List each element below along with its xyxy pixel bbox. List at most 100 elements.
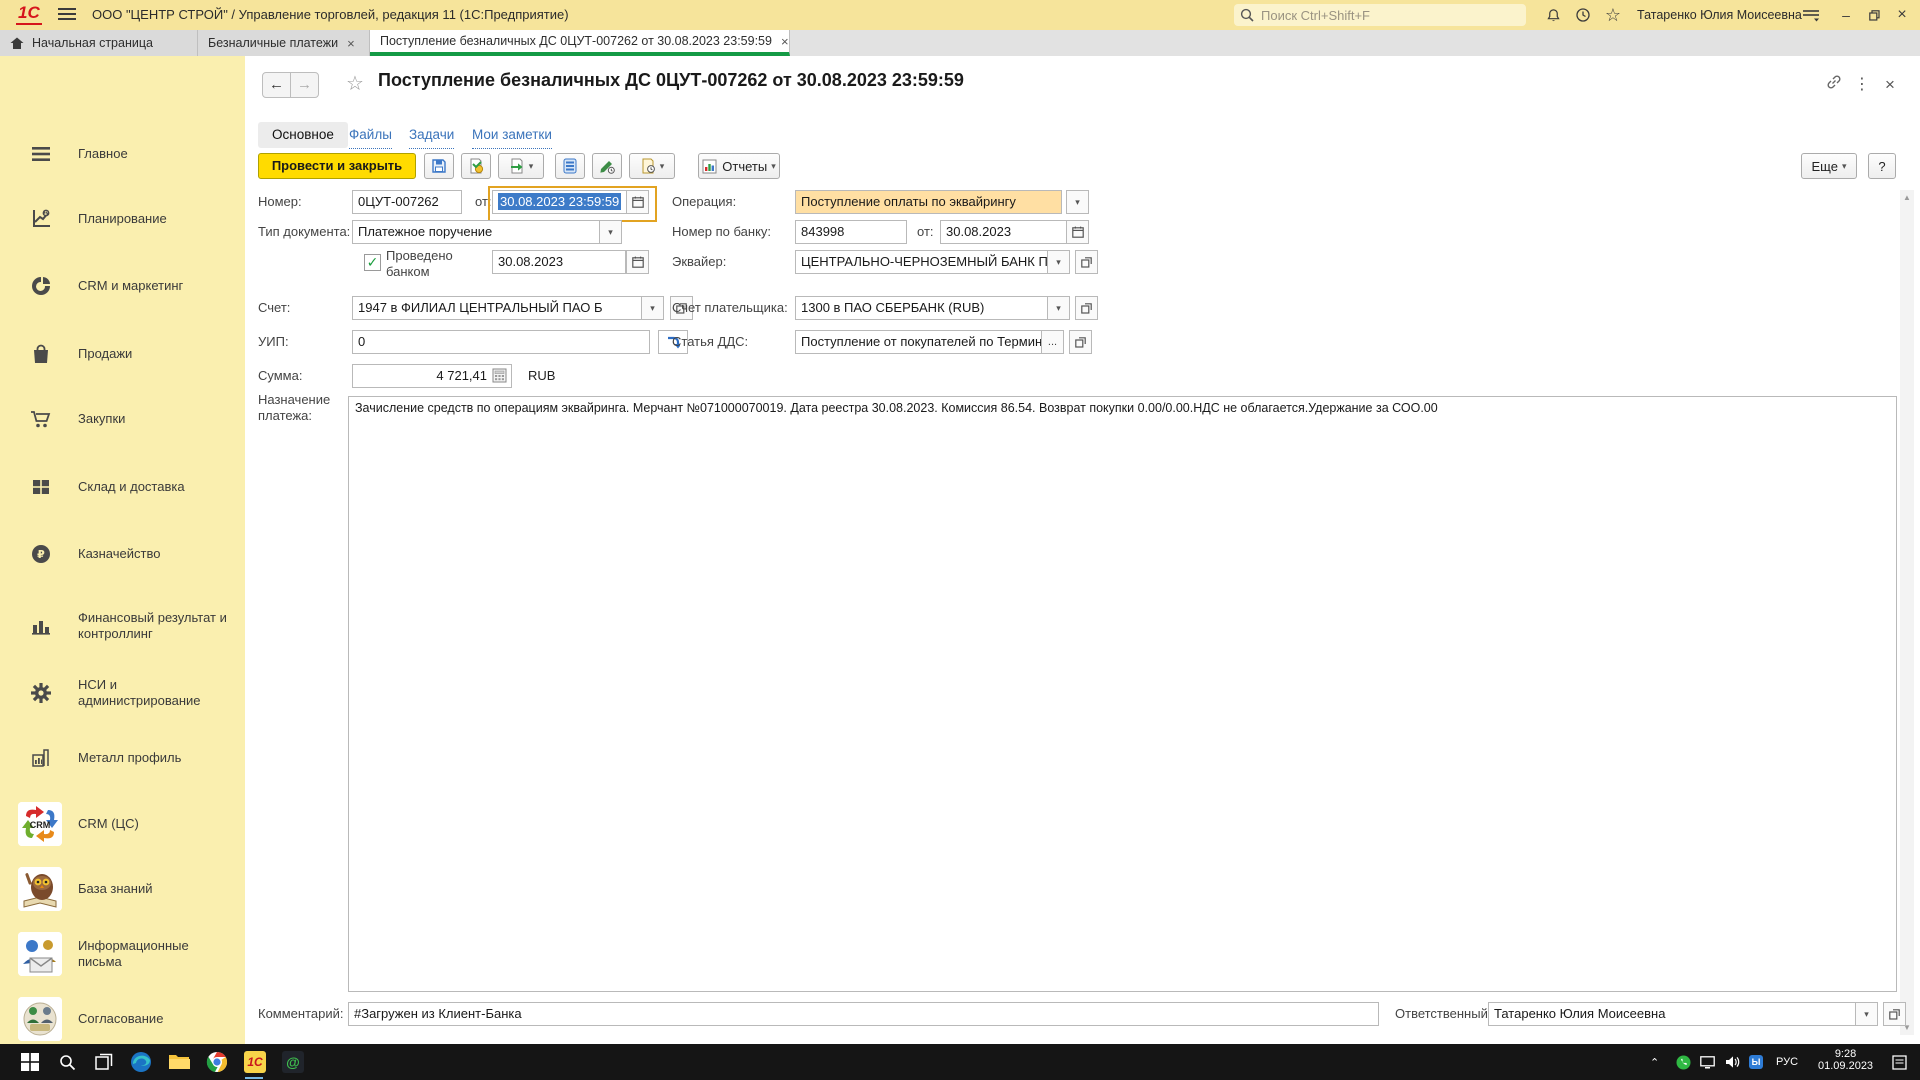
reports-button[interactable]: Отчеты ▾	[698, 153, 780, 179]
dds-item-field[interactable]: Поступление от покупателей по Термин	[795, 330, 1042, 354]
tab-home[interactable]: Начальная страница	[0, 30, 198, 56]
responsible-dropdown-icon[interactable]: ▾	[1855, 1002, 1878, 1026]
acquirer-open-icon[interactable]	[1075, 250, 1098, 274]
sidebar-item-crm-marketing[interactable]: CRM и маркетинг	[0, 259, 245, 313]
amount-field[interactable]: 4 721,41	[352, 364, 512, 388]
operation-field[interactable]: Поступление оплаты по эквайрингу	[795, 190, 1062, 214]
sidebar-item-treasury[interactable]: ₽ Казначейство	[0, 527, 245, 581]
operation-dropdown-icon[interactable]: ▾	[1066, 190, 1089, 214]
close-document-icon[interactable]: ×	[1879, 74, 1901, 96]
help-button[interactable]: ?	[1868, 153, 1896, 179]
nav-tab-main[interactable]: Основное	[258, 122, 348, 148]
purpose-textarea[interactable]: Зачисление средств по операциям эквайрин…	[348, 396, 1897, 992]
main-menu-icon[interactable]	[58, 8, 76, 21]
sidebar-item-finresult[interactable]: Финансовый результат и контроллинг	[0, 599, 245, 653]
minimize-button[interactable]: –	[1832, 0, 1860, 30]
sidebar-item-crm-cs[interactable]: CRM CRM (ЦС)	[0, 797, 245, 851]
chrome-browser-icon[interactable]	[205, 1050, 229, 1074]
sidebar-item-approval[interactable]: Согласование	[0, 992, 245, 1046]
notification-center-icon[interactable]	[1892, 1044, 1907, 1080]
tab-cashless-payments[interactable]: Безналичные платежи ×	[198, 30, 370, 56]
tab-document[interactable]: Поступление безналичных ДС 0ЦУТ-007262 о…	[370, 30, 790, 56]
sidebar-item-planning[interactable]: ₽ Планирование	[0, 192, 245, 246]
payment-schedule-button[interactable]: ▾	[629, 153, 675, 179]
history-clock-icon[interactable]	[1571, 3, 1595, 27]
back-button[interactable]: ←	[262, 72, 291, 98]
whatsapp-tray-icon[interactable]	[1676, 1044, 1691, 1080]
mail-app-icon[interactable]: @	[281, 1050, 305, 1074]
sidebar-item-info-letters[interactable]: Информационные письма	[0, 927, 245, 981]
sidebar-item-nsi-admin[interactable]: НСИ и администрирование	[0, 666, 245, 720]
doc-type-field[interactable]: Платежное поручение	[352, 220, 600, 244]
edge-browser-icon[interactable]	[129, 1050, 153, 1074]
sidebar-item-metall-profil[interactable]: Металл профиль	[0, 731, 245, 785]
nav-tab-files[interactable]: Файлы	[349, 122, 392, 149]
calculator-icon[interactable]	[492, 368, 508, 384]
responsible-field[interactable]: Татаренко Юлия Моисеевна	[1488, 1002, 1856, 1026]
responsible-open-icon[interactable]	[1883, 1002, 1906, 1026]
bank-number-field[interactable]: 843998	[795, 220, 907, 244]
nav-tab-notes[interactable]: Мои заметки	[472, 122, 552, 149]
global-search[interactable]	[1234, 4, 1526, 26]
payer-account-dropdown-icon[interactable]: ▾	[1047, 296, 1070, 320]
date-field[interactable]: 30.08.2023 23:59:59	[492, 190, 626, 214]
punto-tray-icon[interactable]: Ы	[1749, 1044, 1763, 1080]
acquirer-field[interactable]: ЦЕНТРАЛЬНО-ЧЕРНОЗЕМНЫЙ БАНК П	[795, 250, 1048, 274]
language-indicator[interactable]: РУС	[1776, 1044, 1798, 1080]
get-link-icon[interactable]	[1823, 74, 1845, 96]
sidebar-item-sales[interactable]: Продажи	[0, 327, 245, 381]
more-actions-button[interactable]: Еще ▾	[1801, 153, 1857, 179]
posted-date-field[interactable]: 30.08.2023	[492, 250, 626, 274]
favorites-star-icon[interactable]: ☆	[1601, 3, 1625, 27]
restore-button[interactable]	[1860, 0, 1888, 30]
favorite-star-icon[interactable]: ☆	[344, 73, 366, 95]
notifications-bell-icon[interactable]	[1541, 3, 1565, 27]
more-menu-icon[interactable]: ⋮	[1851, 74, 1873, 96]
comment-field[interactable]: #Загружен из Клиент-Банка	[348, 1002, 1379, 1026]
tab-close-icon[interactable]: ×	[781, 34, 789, 49]
dds-open-icon[interactable]	[1069, 330, 1092, 354]
post-document-button[interactable]	[461, 153, 491, 179]
sidebar-item-warehouse[interactable]: Склад и доставка	[0, 460, 245, 514]
payer-account-field[interactable]: 1300 в ПАО СБЕРБАНК (RUB)	[795, 296, 1048, 320]
search-input[interactable]	[1259, 7, 1520, 24]
posted-by-bank-checkbox[interactable]: ✓	[364, 254, 381, 271]
forward-button[interactable]: →	[290, 72, 319, 98]
uip-field[interactable]: 0	[352, 330, 650, 354]
sidebar-item-purchases[interactable]: Закупки	[0, 392, 245, 446]
start-button-icon[interactable]	[18, 1050, 42, 1074]
close-window-button[interactable]: ×	[1888, 0, 1916, 30]
calendar-icon[interactable]	[626, 190, 649, 214]
current-user[interactable]: Татаренко Юлия Моисеевна	[1637, 0, 1802, 30]
dds-choose-button[interactable]: ...	[1041, 330, 1064, 354]
tab-close-icon[interactable]: ×	[347, 36, 355, 51]
nav-tab-tasks[interactable]: Задачи	[409, 122, 454, 149]
save-button[interactable]	[424, 153, 454, 179]
bank-date-field[interactable]: 30.08.2023	[940, 220, 1067, 244]
doc-type-dropdown-icon[interactable]: ▾	[599, 220, 622, 244]
account-dropdown-icon[interactable]: ▾	[641, 296, 664, 320]
account-field[interactable]: 1947 в ФИЛИАЛ ЦЕНТРАЛЬНЫЙ ПАО Б	[352, 296, 642, 320]
form-scrollbar[interactable]	[1900, 190, 1914, 1035]
1c-app-icon[interactable]: 1С	[243, 1050, 267, 1074]
payer-account-open-icon[interactable]	[1075, 296, 1098, 320]
acquirer-dropdown-icon[interactable]: ▾	[1047, 250, 1070, 274]
taskbar-search-icon[interactable]	[55, 1050, 79, 1074]
sidebar-item-main[interactable]: Главное	[0, 127, 245, 181]
scroll-up-icon[interactable]: ▲	[1900, 190, 1914, 205]
document-movements-button[interactable]	[555, 153, 585, 179]
service-menu-icon[interactable]	[1796, 3, 1826, 27]
file-explorer-icon[interactable]	[167, 1050, 191, 1074]
create-based-on-button[interactable]: ▾	[498, 153, 544, 179]
edit-schedule-button[interactable]	[592, 153, 622, 179]
calendar-icon[interactable]	[1066, 220, 1089, 244]
tray-expand-icon[interactable]: ⌃	[1650, 1044, 1659, 1080]
number-field[interactable]: 0ЦУТ-007262	[352, 190, 462, 214]
volume-tray-icon[interactable]	[1725, 1044, 1740, 1080]
display-tray-icon[interactable]	[1700, 1044, 1715, 1080]
calendar-icon[interactable]	[626, 250, 649, 274]
sidebar-item-knowledge-base[interactable]: База знаний	[0, 862, 245, 916]
task-view-icon[interactable]	[92, 1050, 116, 1074]
clock-area[interactable]: 9:28 01.09.2023	[1818, 1044, 1873, 1080]
post-and-close-button[interactable]: Провести и закрыть	[258, 153, 416, 179]
